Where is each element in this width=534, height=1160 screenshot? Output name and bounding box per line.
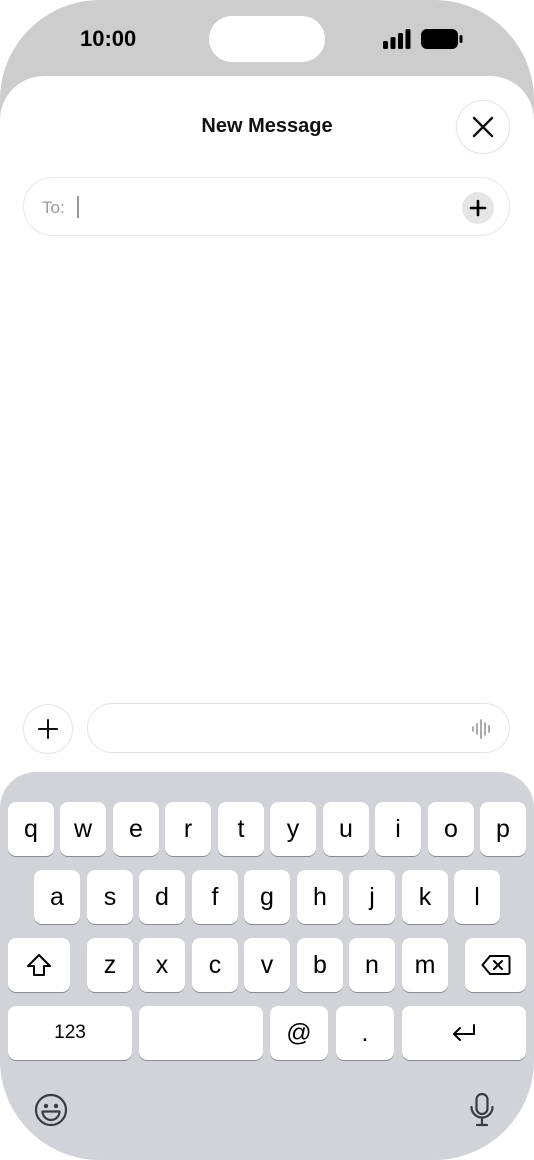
key-o[interactable]: o bbox=[428, 802, 474, 856]
period-key[interactable]: . bbox=[336, 1006, 394, 1060]
key-p[interactable]: p bbox=[480, 802, 526, 856]
key-a[interactable]: a bbox=[34, 870, 80, 924]
return-key[interactable] bbox=[402, 1006, 526, 1060]
close-icon bbox=[472, 116, 494, 138]
space-key[interactable] bbox=[139, 1006, 263, 1060]
key-h[interactable]: h bbox=[297, 870, 343, 924]
key-x[interactable]: x bbox=[139, 938, 185, 992]
key-v[interactable]: v bbox=[244, 938, 290, 992]
key-n[interactable]: n bbox=[349, 938, 395, 992]
cellular-signal-icon bbox=[383, 29, 411, 49]
emoji-icon bbox=[34, 1093, 68, 1127]
dynamic-island bbox=[209, 16, 325, 62]
key-f[interactable]: f bbox=[192, 870, 238, 924]
key-g[interactable]: g bbox=[244, 870, 290, 924]
key-y[interactable]: y bbox=[270, 802, 316, 856]
key-w[interactable]: w bbox=[60, 802, 106, 856]
key-m[interactable]: m bbox=[402, 938, 448, 992]
key-b[interactable]: b bbox=[297, 938, 343, 992]
key-d[interactable]: d bbox=[139, 870, 185, 924]
close-button[interactable] bbox=[456, 100, 510, 154]
key-c[interactable]: c bbox=[192, 938, 238, 992]
plus-icon bbox=[469, 199, 487, 217]
key-k[interactable]: k bbox=[402, 870, 448, 924]
battery-icon bbox=[421, 29, 463, 49]
status-bar: 10:00 bbox=[0, 0, 534, 76]
key-s[interactable]: s bbox=[87, 870, 133, 924]
key-j[interactable]: j bbox=[349, 870, 395, 924]
status-time: 10:00 bbox=[80, 26, 137, 51]
microphone-icon bbox=[470, 1092, 494, 1127]
key-r[interactable]: r bbox=[165, 802, 211, 856]
keyboard: q w e r t y u i o p a s d f g h j k l z … bbox=[0, 772, 534, 1160]
plus-icon bbox=[38, 719, 58, 739]
to-label: To: bbox=[42, 198, 65, 217]
emoji-button[interactable] bbox=[33, 1090, 69, 1130]
text-caret bbox=[77, 196, 79, 218]
message-input[interactable] bbox=[87, 703, 510, 753]
dictation-button[interactable] bbox=[464, 1090, 500, 1130]
key-i[interactable]: i bbox=[375, 802, 421, 856]
shift-icon bbox=[27, 954, 51, 976]
key-e[interactable]: e bbox=[113, 802, 159, 856]
add-recipient-button[interactable] bbox=[462, 192, 494, 224]
numbers-key[interactable]: 123 bbox=[8, 1006, 132, 1060]
key-z[interactable]: z bbox=[87, 938, 133, 992]
backspace-icon bbox=[481, 955, 510, 975]
sheet-title: New Message bbox=[201, 115, 333, 137]
key-l[interactable]: l bbox=[454, 870, 500, 924]
delete-key[interactable] bbox=[465, 938, 526, 992]
shift-key[interactable] bbox=[8, 938, 70, 992]
at-key[interactable]: @ bbox=[270, 1006, 328, 1060]
waveform-icon[interactable] bbox=[471, 719, 493, 739]
return-icon bbox=[453, 1024, 475, 1041]
key-q[interactable]: q bbox=[8, 802, 54, 856]
key-u[interactable]: u bbox=[323, 802, 369, 856]
compose-add-button[interactable] bbox=[23, 704, 73, 754]
key-t[interactable]: t bbox=[218, 802, 264, 856]
phone-frame: 10:00 New Message To: q w e r t y u i o … bbox=[0, 0, 534, 1160]
to-recipient-field[interactable]: To: bbox=[23, 177, 510, 236]
